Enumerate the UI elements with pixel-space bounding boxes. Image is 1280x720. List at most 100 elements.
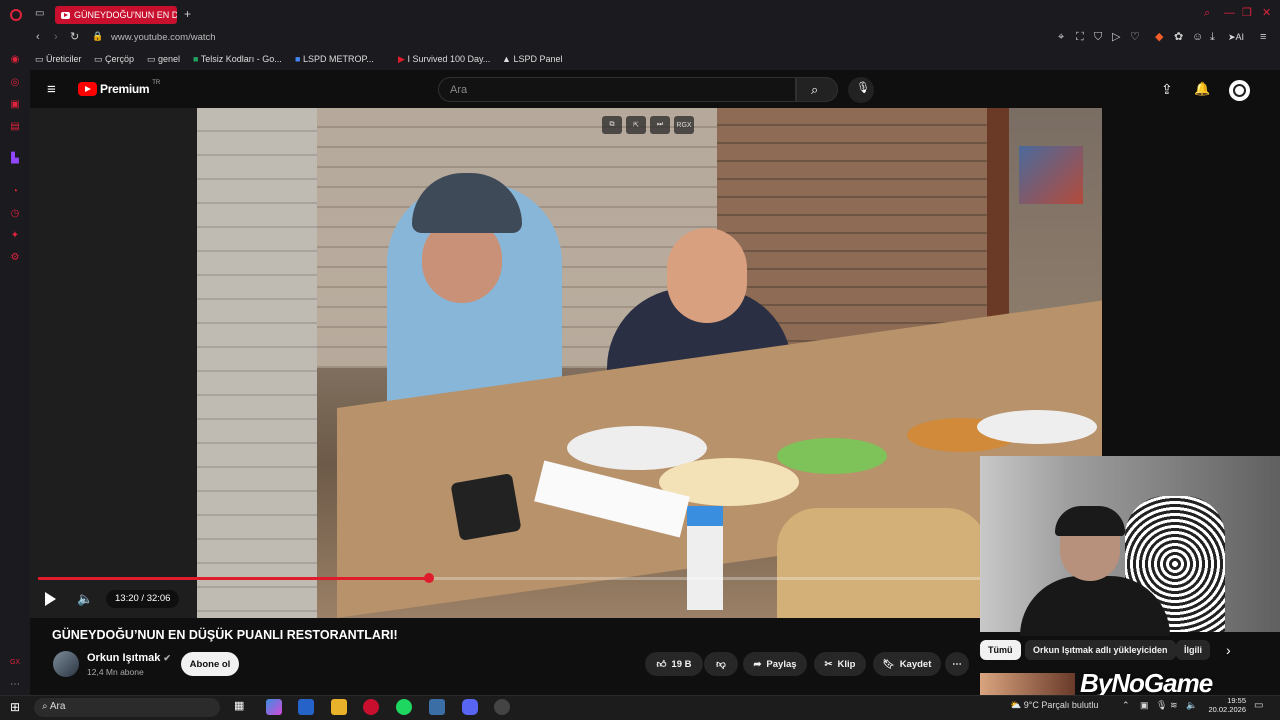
sidebar-music-icon[interactable]: ▤	[8, 120, 22, 134]
sidebar-more-icon[interactable]: ⋯	[8, 678, 22, 692]
store-icon[interactable]	[298, 699, 314, 715]
next-icon[interactable]: ⏭	[650, 116, 670, 134]
sidebar-history-icon[interactable]: ◷	[8, 207, 22, 221]
play-button[interactable]	[45, 592, 56, 606]
file-explorer-icon[interactable]	[331, 699, 347, 715]
weather-widget[interactable]: ⛅ 9°C Parçalı bulutlu	[1010, 700, 1098, 711]
notification-center-icon[interactable]: ▭	[1254, 701, 1263, 711]
pin-icon[interactable]: ⌖	[1058, 32, 1064, 43]
play-icon[interactable]: ▷	[1112, 32, 1120, 43]
clock[interactable]: 19:55 20.02.2026	[1206, 696, 1246, 714]
profile-icon[interactable]: ☺	[1192, 32, 1203, 43]
tab-active[interactable]: GÜNEYDOĞU'NUN EN DÜŞ	[55, 6, 177, 24]
channel-name[interactable]: Orkun Işıtmak ✔	[87, 652, 171, 664]
bookmark-cercop[interactable]: ▭ Çerçöp	[94, 54, 134, 65]
clip-button[interactable]: ✂ Klip	[814, 652, 866, 676]
discord-icon[interactable]	[462, 699, 478, 715]
sidebar-aria-icon[interactable]: ◉	[8, 53, 22, 67]
opera-gx-taskbar-icon[interactable]	[363, 699, 379, 715]
close-button[interactable]: ✕	[1262, 8, 1271, 19]
back-icon[interactable]: ‹	[36, 32, 40, 43]
tray-expand-icon[interactable]: ⌃	[1122, 701, 1130, 710]
snapshot-icon[interactable]: ⛶	[1076, 32, 1084, 43]
bookmark-survived[interactable]: ▶ I Survived 100 Day...	[398, 54, 490, 65]
mic-tray-icon[interactable]: 🎙	[1156, 701, 1167, 710]
tab-overview-icon[interactable]: ▭	[35, 9, 44, 19]
reload-icon[interactable]: ↻	[70, 32, 79, 43]
pip-icon[interactable]: ⧉	[602, 116, 622, 134]
app-icon[interactable]	[429, 699, 445, 715]
wifi-icon[interactable]: ≋	[1170, 701, 1178, 710]
bookmark-lspd-panel[interactable]: ▲ LSPD Panel	[502, 54, 562, 64]
bookmark-lspd-metrop[interactable]: ■ LSPD METROP...	[295, 54, 374, 64]
chip-related[interactable]: İlgili	[1176, 640, 1210, 660]
sidebar-gx-icon[interactable]: GX	[8, 656, 22, 670]
account-avatar[interactable]	[1229, 80, 1250, 101]
youtube-premium-logo[interactable]: Premium TR	[78, 80, 160, 96]
menu-icon[interactable]: ≡	[1260, 32, 1266, 43]
extension-icon[interactable]: ✿	[1174, 32, 1183, 43]
sidebar-extensions-icon[interactable]: ✦	[8, 229, 22, 243]
progress-scrubber[interactable]	[424, 573, 434, 583]
sidebar-chat-icon[interactable]: ▣	[8, 98, 22, 112]
heart-icon[interactable]: ♡	[1130, 32, 1140, 43]
notifications-icon[interactable]: 🔔	[1194, 82, 1210, 95]
task-view-icon[interactable]: ▦	[234, 701, 244, 712]
folder-icon: ▭	[147, 54, 156, 64]
bookmark-telsiz[interactable]: ■ Telsiz Kodları - Go...	[193, 54, 282, 64]
more-actions-button[interactable]: ⋯	[945, 652, 969, 676]
search-icon: ⌕	[811, 82, 819, 97]
search-button[interactable]: ⌕	[796, 77, 838, 102]
shield-icon[interactable]: ⛉	[1094, 32, 1102, 43]
search-input[interactable]: Ara	[438, 77, 796, 102]
chevron-right-icon[interactable]: ›	[1226, 643, 1231, 657]
subscribe-button[interactable]: Abone ol	[181, 652, 239, 676]
forward-icon[interactable]: ›	[54, 32, 58, 43]
time-display: 13:20 / 32:06	[106, 590, 180, 608]
spotify-icon[interactable]	[396, 699, 412, 715]
wallet-icon[interactable]: ◆	[1155, 32, 1163, 43]
dislike-button[interactable]: 👎︎	[704, 652, 738, 676]
share-button[interactable]: ➦ Paylaş	[743, 652, 807, 676]
volume-icon[interactable]: 🔈	[77, 592, 93, 605]
opera-logo-icon[interactable]	[10, 9, 22, 21]
subscriber-count: 12,4 Mn abone	[87, 667, 144, 677]
bookmark-label: genel	[158, 54, 181, 64]
bookmark-uretıcıler[interactable]: ▭ Üreticiler	[35, 54, 82, 65]
taskbar-search[interactable]: ⌕ Ara	[34, 698, 220, 717]
stone-wall	[197, 108, 317, 618]
upload-icon[interactable]: ⇪	[1161, 82, 1173, 96]
like-button[interactable]: 👍︎ 19 B	[645, 652, 703, 676]
new-tab-button[interactable]: +	[184, 8, 191, 20]
chip-all[interactable]: Tümü	[980, 640, 1021, 660]
search-tabs-icon[interactable]: ⌕	[1204, 8, 1210, 19]
channel-avatar[interactable]	[53, 651, 79, 677]
url-field[interactable]: www.youtube.com/watch	[111, 32, 216, 43]
save-button[interactable]: 🔖︎ Kaydet	[873, 652, 941, 676]
volume-tray-icon[interactable]: 🔈	[1186, 701, 1197, 710]
tray-app-icon[interactable]: ▣	[1140, 701, 1149, 710]
search-icon: ⌕	[42, 701, 48, 712]
ai-button[interactable]: ➤AI	[1228, 32, 1244, 43]
lock-icon: 🔒	[92, 31, 104, 41]
chip-from-uploader[interactable]: Orkun Işıtmak adlı yükleyiciden	[1025, 640, 1176, 660]
windows-start-icon[interactable]: ⊞	[10, 701, 20, 713]
download-icon[interactable]: ⤓	[1210, 32, 1215, 43]
voice-search-button[interactable]: 🎙	[848, 77, 874, 103]
bookmark-genel[interactable]: ▭ genel	[147, 54, 180, 65]
copilot-icon[interactable]	[266, 699, 282, 715]
triangle-icon: ▲	[502, 54, 511, 64]
taskbar-search-label: Ara	[49, 701, 66, 712]
hamburger-menu-icon[interactable]: ≡	[47, 82, 56, 97]
rgx-button[interactable]: RGX	[674, 116, 694, 134]
sidebar-twitch-icon[interactable]: ▙	[8, 152, 22, 166]
sidebar-player-icon[interactable]: ◔	[8, 185, 22, 199]
sidebar-messenger-icon[interactable]: ◎	[8, 76, 22, 90]
video-player[interactable]: ⧉ ⇱ ⏭ RGX	[30, 108, 1102, 618]
sidebar-settings-icon[interactable]: ⚙	[8, 251, 22, 265]
minimize-button[interactable]: —	[1224, 8, 1235, 19]
obs-icon[interactable]	[494, 699, 510, 715]
detach-icon[interactable]: ⇱	[626, 116, 646, 134]
maximize-button[interactable]: ❐	[1242, 8, 1252, 19]
recommended-thumbnail[interactable]	[980, 673, 1075, 695]
